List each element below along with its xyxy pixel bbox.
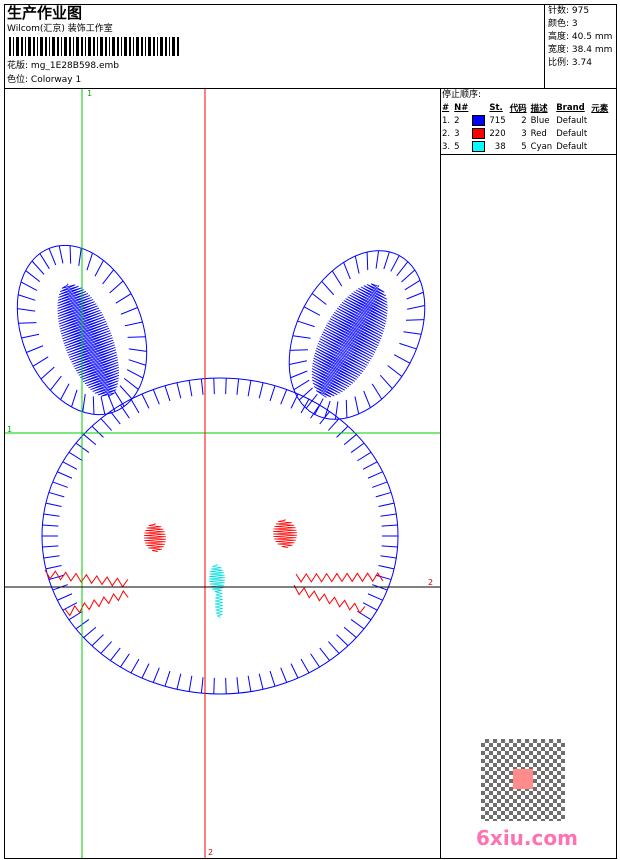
guide-label-v2: 2 — [208, 848, 214, 857]
stop-sequence-title: 停止顺序: — [442, 90, 482, 100]
design-canvas — [5, 89, 440, 858]
barcode — [9, 37, 181, 56]
left-ear-fill — [57, 283, 120, 398]
page-title: 生产作业图 — [7, 4, 83, 22]
seal-stamp — [513, 769, 533, 789]
head-outline — [41, 377, 399, 695]
watermark-site: 6xiu.com — [476, 826, 578, 850]
table-header: # N# St. 代码 描述 Brand 元素 — [442, 102, 609, 114]
whisker-left-top — [44, 569, 129, 588]
guide-label-h2: 2 — [428, 578, 434, 587]
colorway-value: Colorway 1 — [30, 75, 82, 85]
table-row: 3. 5 38 5 Cyan Default — [442, 141, 588, 152]
right-eye — [273, 519, 297, 549]
colorway-label: 色位: — [7, 75, 29, 85]
guide-label-v1: 1 — [87, 89, 93, 98]
table-row: 2. 3 220 3 Red Default — [442, 128, 588, 139]
color-swatch — [472, 128, 486, 139]
company-name: Wilcom(汇京) 装饰工作室 — [7, 24, 113, 34]
info-width: 宽度: 38.4 mm — [548, 45, 613, 55]
design-label: 花版: — [7, 61, 29, 71]
design-file: mg_1E28B598.emb — [30, 61, 119, 71]
left-eye — [144, 523, 166, 553]
mouth — [214, 589, 224, 618]
qr-code — [481, 739, 565, 821]
guide-label-h1: 1 — [7, 425, 13, 434]
color-swatch — [472, 141, 486, 152]
whisker-right-bottom — [293, 584, 366, 614]
whisker-left-bottom — [64, 590, 129, 617]
info-colors: 颜色: 3 — [548, 19, 578, 29]
whisker-right-top — [295, 572, 384, 583]
color-swatch — [472, 115, 486, 126]
nose — [208, 564, 226, 594]
info-stitches: 针数: 975 — [548, 6, 590, 16]
stop-sequence-table: # N# St. 代码 描述 Brand 元素 1. 2 715 2 Blue Defau… — [440, 101, 610, 153]
info-scale: 比例: 3.74 — [548, 58, 592, 68]
info-height: 高度: 40.5 mm — [548, 32, 613, 42]
production-worksheet: 生产作业图 Wilcom(汇京) 装饰工作室 花版: mg_1E28B598.e… — [0, 0, 620, 860]
table-row: 1. 2 715 2 Blue Default — [442, 115, 588, 126]
